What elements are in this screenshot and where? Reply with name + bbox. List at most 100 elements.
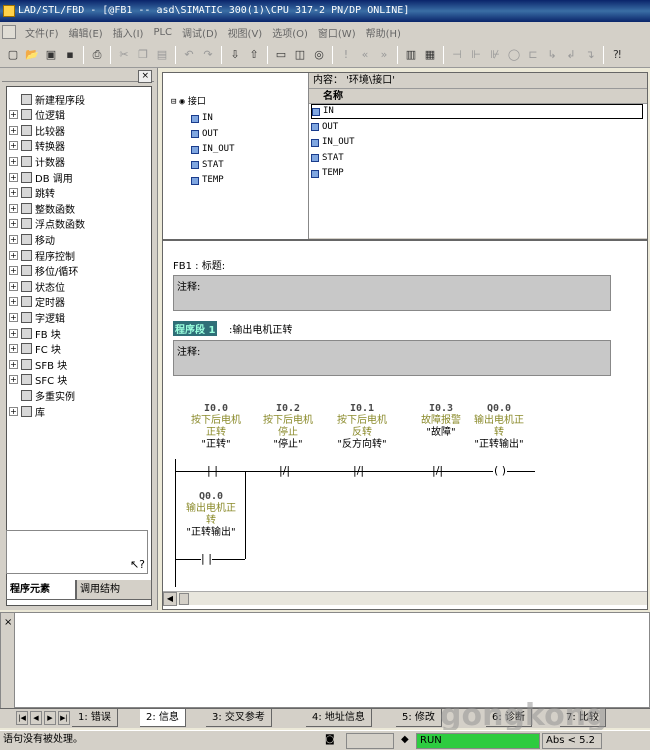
expand-icon[interactable] (9, 94, 18, 104)
tree-item[interactable]: + 计数器 (9, 153, 65, 169)
tree-item[interactable]: + FC 块 (9, 341, 61, 357)
no-contact-icon[interactable]: ⊩ (467, 46, 485, 64)
details-icon[interactable]: ▦ (421, 46, 439, 64)
tree-item[interactable]: + 库 (9, 403, 45, 419)
expand-icon[interactable]: + (9, 172, 18, 182)
expand-icon[interactable]: + (9, 344, 18, 354)
tree-item[interactable]: + 跳转 (9, 185, 55, 201)
interface-item[interactable]: IN_OUT (191, 142, 235, 157)
tree-item[interactable]: 多重实例 (9, 387, 75, 403)
menu-plc[interactable]: PLC (148, 27, 177, 38)
expand-icon[interactable]: + (9, 203, 18, 213)
branch-close-icon[interactable]: ↲ (562, 46, 580, 64)
undo-icon[interactable]: ↶ (180, 46, 198, 64)
help-pointer-icon[interactable]: ↖? (130, 558, 145, 571)
tree-item[interactable]: + 移动 (9, 231, 55, 247)
message-tab[interactable]: 5: 修改 (396, 709, 442, 727)
contact-I0-2[interactable]: I0.2 按下后电机 停止 "停止" (253, 403, 323, 451)
connection-icon[interactable]: ↴ (581, 46, 599, 64)
collapse-icon[interactable]: ⊟ (171, 95, 176, 110)
tree-item[interactable]: + SFB 块 (9, 356, 67, 372)
message-tab[interactable]: 4: 地址信息 (306, 709, 372, 727)
glasses-icon[interactable]: ◎ (310, 46, 328, 64)
next-network-icon[interactable]: » (375, 46, 393, 64)
tree-item[interactable]: + 字逻辑 (9, 309, 65, 325)
message-tab[interactable]: 1: 错误 (72, 709, 118, 727)
redo-icon[interactable]: ↷ (199, 46, 217, 64)
monitor-icon[interactable]: ▭ (272, 46, 290, 64)
cut-icon[interactable]: ✂ (115, 46, 133, 64)
menu-insert[interactable]: 插入(I) (108, 25, 149, 40)
branch-contact-Q0-0[interactable]: Q0.0 输出电机正转 "正转输出" (175, 491, 247, 539)
upload-icon[interactable]: ⇧ (245, 46, 263, 64)
network-label[interactable]: 程序段 1 (173, 321, 218, 336)
expand-icon[interactable]: + (9, 375, 18, 385)
download-icon[interactable]: ⇩ (226, 46, 244, 64)
expand-icon[interactable]: + (9, 266, 18, 276)
code-editor[interactable]: FB1 : 标题: 注释: 程序段 1 :输出电机正转 注释: I0.0 按下后电… (162, 240, 648, 610)
tree-item[interactable]: + 程序控制 (9, 247, 75, 263)
tree-item[interactable]: + 移位/循环 (9, 263, 78, 279)
scroll-thumb[interactable] (179, 593, 189, 605)
expand-icon[interactable]: + (9, 297, 18, 307)
interface-row[interactable]: TEMP (311, 166, 643, 181)
overview-icon[interactable]: ▥ (402, 46, 420, 64)
nc-contact-icon[interactable]: ⊮ (486, 46, 504, 64)
expand-icon[interactable] (9, 390, 18, 400)
last-tab-icon[interactable]: ▶| (58, 711, 70, 725)
network-comment[interactable]: 注释: (173, 340, 611, 376)
tree-item[interactable]: + 定时器 (9, 294, 65, 310)
tree-item[interactable]: + 整数函数 (9, 200, 75, 216)
paste-icon[interactable]: ▤ (153, 46, 171, 64)
message-tab[interactable]: 3: 交叉参考 (206, 709, 272, 727)
expand-icon[interactable]: + (9, 219, 18, 229)
expand-icon[interactable]: + (9, 328, 18, 338)
expand-icon[interactable]: + (9, 110, 18, 120)
new-icon[interactable]: ▢ (4, 46, 22, 64)
first-tab-icon[interactable]: |◀ (16, 711, 28, 725)
interface-item[interactable]: OUT (191, 127, 218, 142)
interface-row[interactable]: OUT (311, 120, 643, 135)
tree-item[interactable]: + 状态位 (9, 278, 65, 294)
document-menu-icon[interactable] (2, 25, 16, 39)
menu-view[interactable]: 视图(V) (223, 25, 268, 40)
horizontal-scrollbar[interactable]: ◀ (163, 591, 647, 606)
expand-icon[interactable]: + (9, 156, 18, 166)
box-icon[interactable]: ⊏ (524, 46, 542, 64)
expand-icon[interactable]: + (9, 312, 18, 322)
expand-icon[interactable]: + (9, 141, 18, 151)
interface-row[interactable]: IN (311, 104, 643, 119)
menu-window[interactable]: 窗口(W) (313, 25, 361, 40)
tree-item[interactable]: + 比较器 (9, 122, 65, 138)
expand-icon[interactable]: + (9, 234, 18, 244)
block-comment[interactable]: 注释: (173, 275, 611, 311)
branch-open-icon[interactable]: ⊣ (448, 46, 466, 64)
message-tab[interactable]: 2: 信息 (140, 709, 186, 727)
save-icon[interactable]: ▪ (61, 46, 79, 64)
interface-item[interactable]: TEMP (191, 173, 224, 188)
expand-icon[interactable]: + (9, 250, 18, 260)
tree-item[interactable]: + 转换器 (9, 138, 65, 154)
interface-root[interactable]: ⊟ ◉ 接口 (171, 95, 206, 110)
contact-I0-0[interactable]: I0.0 按下后电机 正转 "正转" (181, 403, 251, 451)
tree-item[interactable]: + 位逻辑 (9, 107, 65, 123)
next-tab-icon[interactable]: ▶ (44, 711, 56, 725)
expand-icon[interactable]: + (9, 125, 18, 135)
menu-edit[interactable]: 编辑(E) (64, 25, 108, 40)
tab-call-structure[interactable]: 调用结构 (76, 580, 152, 600)
interface-row[interactable]: STAT (311, 151, 643, 166)
tree-item[interactable]: + FB 块 (9, 325, 61, 341)
coil-icon[interactable]: ◯ (505, 46, 523, 64)
prev-tab-icon[interactable]: ◀ (30, 711, 42, 725)
branch-icon[interactable]: ↳ (543, 46, 561, 64)
menu-debug[interactable]: 调试(D) (177, 25, 223, 40)
close-icon[interactable]: × (4, 617, 12, 628)
tree-item[interactable]: + 浮点数函数 (9, 216, 85, 232)
contact-I0-1[interactable]: I0.1 按下后电机 反转 "反方向转" (327, 403, 397, 451)
print-icon[interactable]: ⎙ (88, 46, 106, 64)
menu-file[interactable]: 文件(F) (20, 25, 64, 40)
open-icon[interactable]: 📂 (23, 46, 41, 64)
tree-item[interactable]: + DB 调用 (9, 169, 73, 185)
coil-Q0-0[interactable]: Q0.0 输出电机正转 "正转输出" (463, 403, 535, 451)
menu-help[interactable]: 帮助(H) (361, 25, 406, 40)
